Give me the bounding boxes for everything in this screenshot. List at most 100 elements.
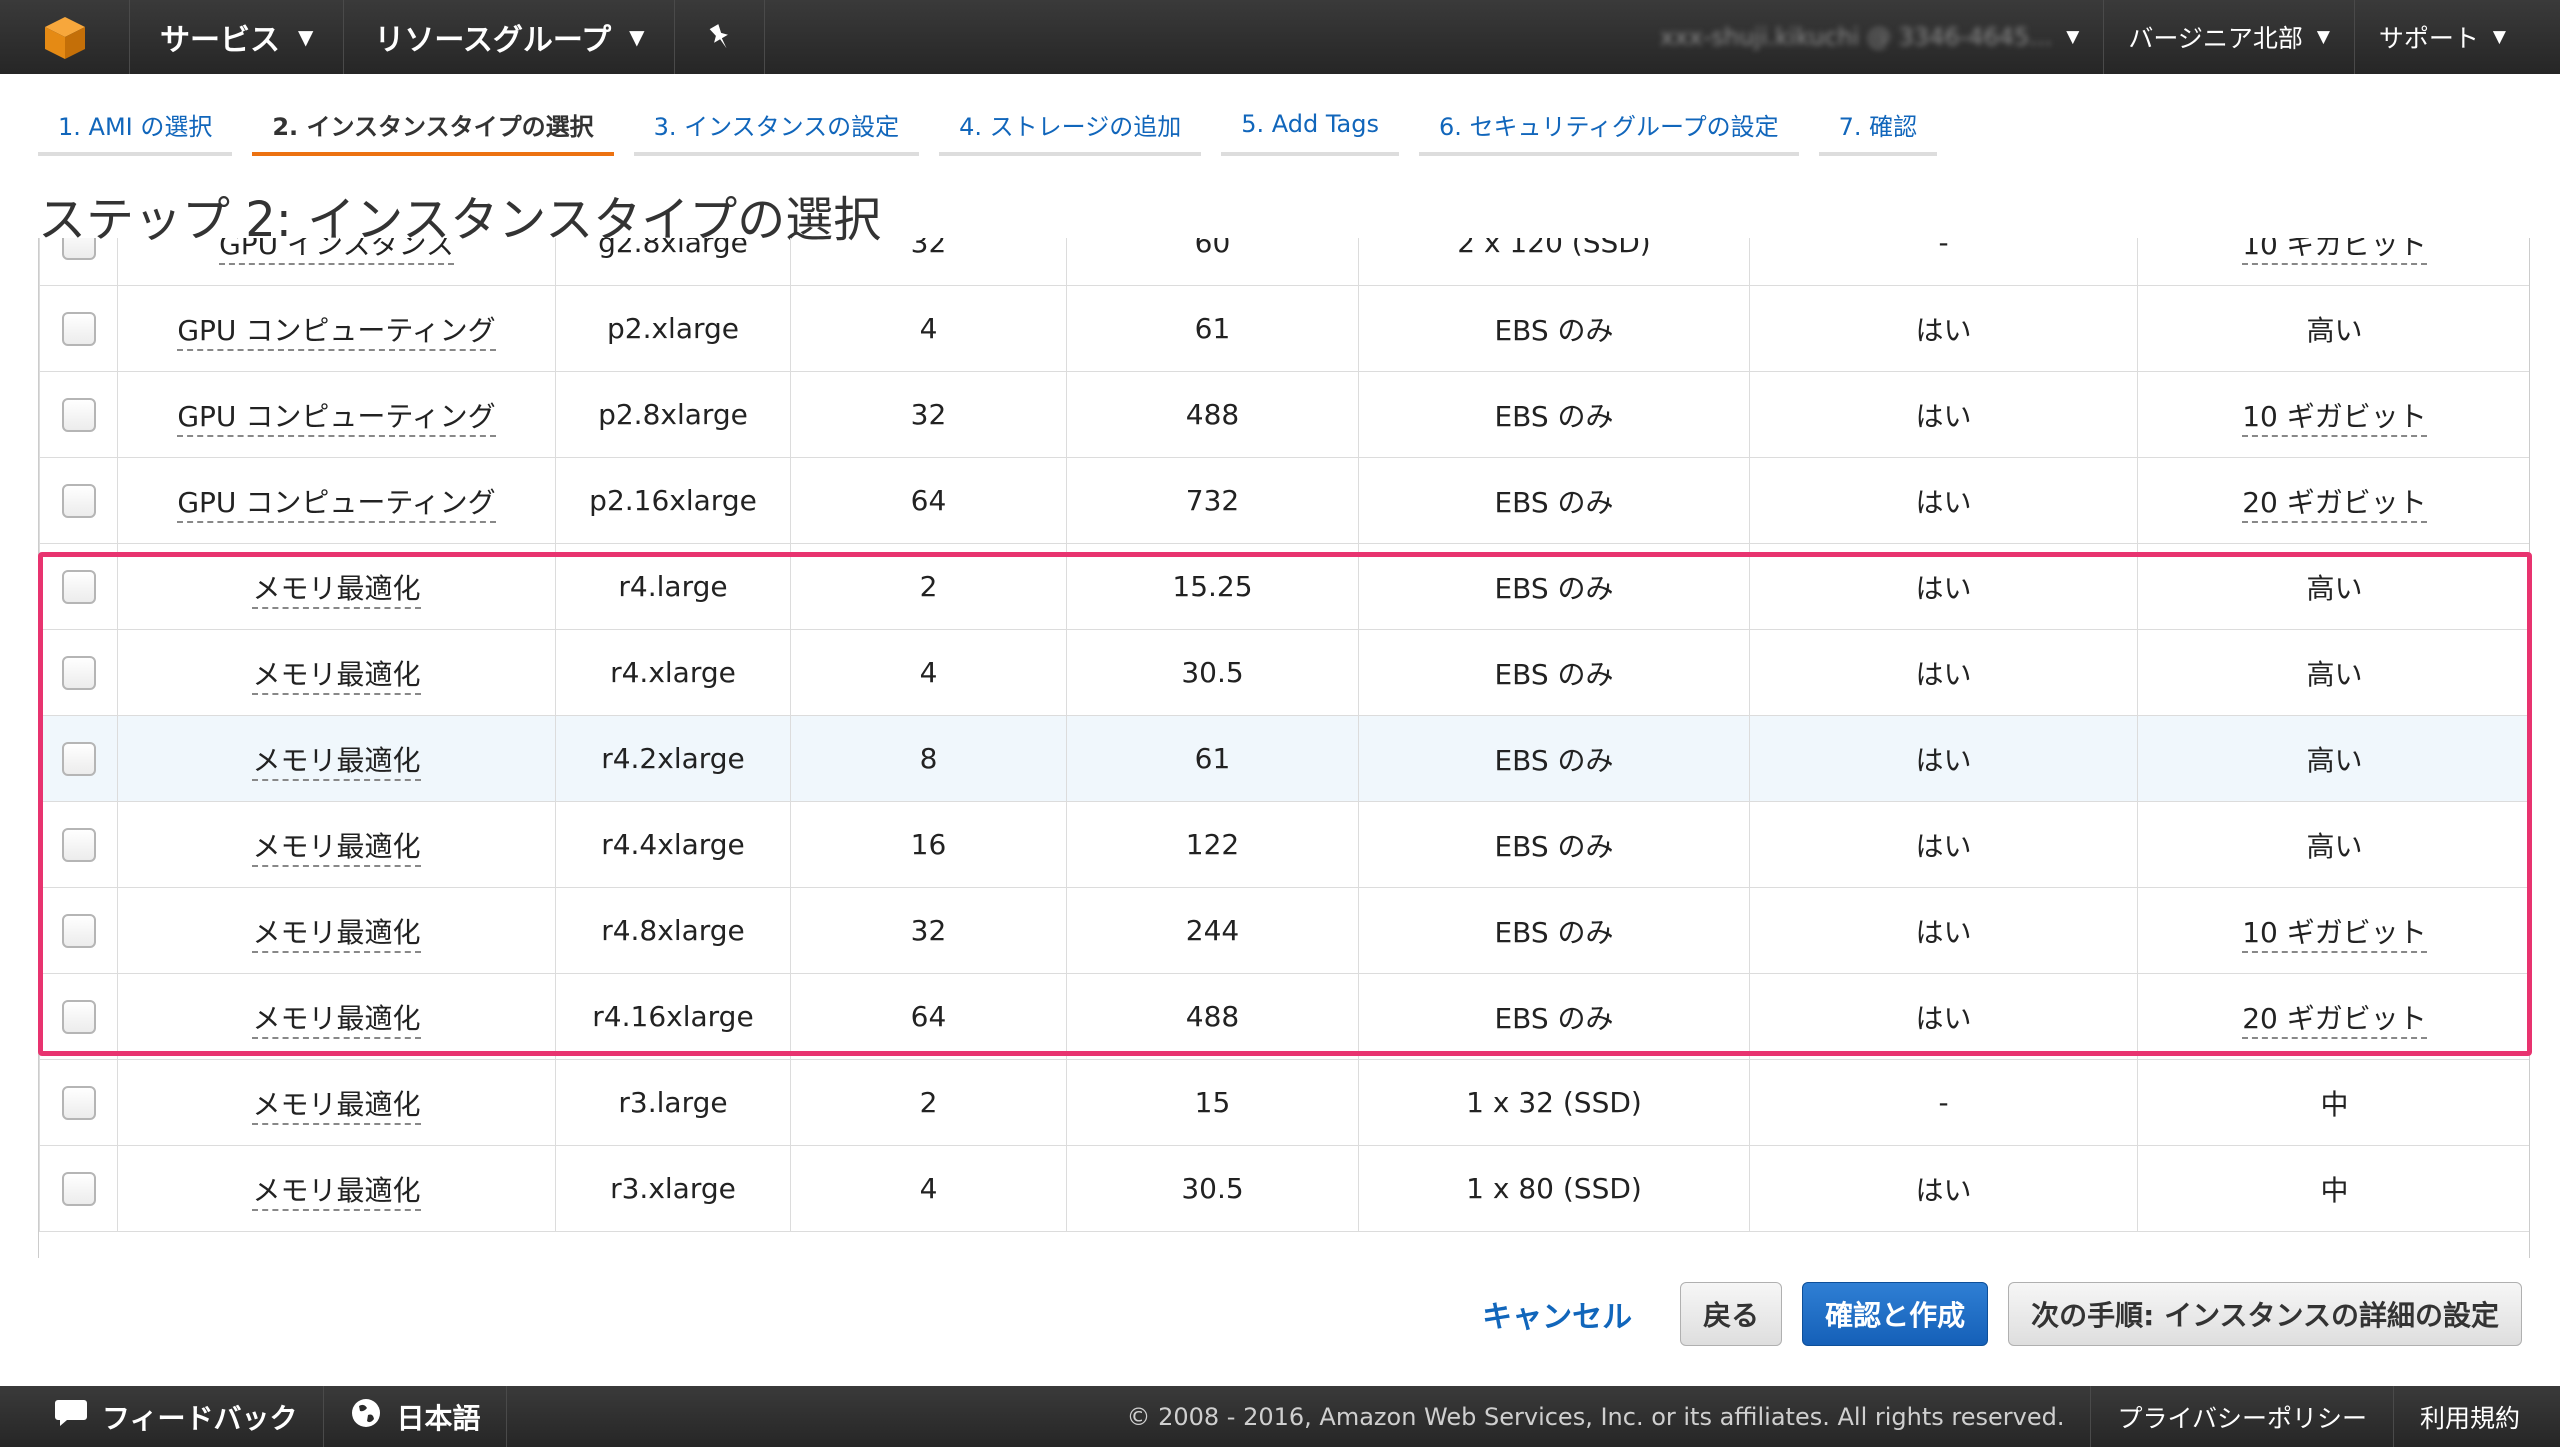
cell-type: p2.8xlarge (555, 371, 791, 458)
cell-vcpu-text: 4 (919, 1172, 938, 1205)
row-checkbox[interactable] (61, 1000, 96, 1034)
cell-family-text[interactable]: メモリ最適化 (252, 829, 421, 867)
language-selector[interactable]: 日本語 (324, 1386, 508, 1447)
resource-groups-menu[interactable]: リソースグループ ▼ (344, 0, 676, 74)
cell-type-text: r4.16xlarge (592, 1000, 754, 1033)
cell-family-text[interactable]: メモリ最適化 (252, 915, 421, 953)
account-menu[interactable]: xxx-shuji.kikuchi @ 3346-4645... ▼ (1636, 0, 2103, 74)
tab-configure-instance[interactable]: 3. インスタンスの設定 (633, 96, 920, 156)
tab-add-storage[interactable]: 4. ストレージの追加 (939, 96, 1202, 156)
row-select-cell (39, 1059, 118, 1146)
cell-family: GPU コンピューティング (117, 457, 556, 544)
instance-row[interactable]: メモリ最適化 r4.xlarge 4 30.5 EBS のみ はい 高い (39, 629, 2529, 716)
row-checkbox[interactable] (61, 570, 96, 604)
cell-network-text[interactable]: 20 ギガビット (2242, 1001, 2427, 1039)
support-menu[interactable]: サポート ▼ (2353, 0, 2530, 74)
privacy-policy-link[interactable]: プライバシーポリシー (2090, 1386, 2393, 1447)
cell-family-text[interactable]: メモリ最適化 (252, 1087, 421, 1125)
cell-type-text: r4.8xlarge (601, 914, 745, 947)
cell-vcpu-text: 16 (910, 828, 947, 861)
speech-bubble-icon (54, 1398, 88, 1435)
cell-family: GPU コンピューティング (117, 371, 556, 458)
row-checkbox[interactable] (61, 312, 96, 346)
instance-row[interactable]: メモリ最適化 r3.large 2 15 1 x 32 (SSD) - 中 (39, 1059, 2529, 1146)
instance-row[interactable]: メモリ最適化 r4.16xlarge 64 488 EBS のみ はい 20 ギガビット (39, 973, 2529, 1060)
cell-network-text[interactable]: 10 ギガビット (2242, 238, 2427, 265)
cell-family: メモリ最適化 (117, 1059, 556, 1146)
instance-row[interactable]: GPU コンピューティング p2.xlarge 4 61 EBS のみ はい 高い (39, 285, 2529, 372)
cell-ebs-text: - (1938, 238, 1949, 259)
cell-family-text[interactable]: GPU コンピューティング (177, 313, 496, 351)
cell-ebs-text: - (1938, 1086, 1949, 1119)
cell-family-text[interactable]: メモリ最適化 (252, 743, 421, 781)
tab-configure-security-group[interactable]: 6. セキュリティグループの設定 (1418, 96, 1799, 156)
services-menu[interactable]: サービス ▼ (130, 0, 345, 74)
cell-family-text[interactable]: メモリ最適化 (252, 571, 421, 609)
cell-storage-text: 1 x 80 (SSD) (1466, 1172, 1642, 1205)
instance-row[interactable]: GPU コンピューティング p2.8xlarge 32 488 EBS のみ はい 10 ギ… (39, 371, 2529, 458)
support-label: サポート (2378, 24, 2479, 53)
row-checkbox[interactable] (61, 398, 96, 432)
cell-family-text[interactable]: メモリ最適化 (252, 1001, 421, 1039)
top-navigation-bar: サービス ▼ リソースグループ ▼ xxx-shuji.kikuchi @ 33… (0, 0, 2560, 74)
instance-row[interactable]: メモリ最適化 r4.2xlarge 8 61 EBS のみ はい 高い (39, 715, 2529, 802)
cell-network-text[interactable]: 10 ギガビット (2242, 399, 2427, 437)
pin-icon[interactable] (675, 0, 766, 74)
terms-of-use-link[interactable]: 利用規約 (2392, 1386, 2560, 1447)
instance-row[interactable]: GPU コンピューティング p2.16xlarge 64 732 EBS のみ はい 20 … (39, 457, 2529, 544)
row-checkbox[interactable] (61, 656, 96, 690)
tab-review[interactable]: 7. 確認 (1818, 96, 1938, 156)
chevron-down-icon: ▼ (298, 25, 314, 49)
cell-type: r4.4xlarge (555, 801, 791, 888)
cell-ebs-text: はい (1915, 743, 1972, 777)
cell-ebs: はい (1749, 457, 2138, 544)
chevron-down-icon: ▼ (2316, 27, 2330, 47)
cancel-button[interactable]: キャンセル (1482, 1292, 1632, 1336)
cell-network-text: 高い (2306, 829, 2363, 863)
cell-memory-text: 15 (1194, 1086, 1231, 1119)
review-and-launch-button[interactable]: 確認と作成 (1802, 1282, 1989, 1346)
language-label: 日本語 (396, 1401, 481, 1435)
cell-ebs-text: はい (1915, 915, 1972, 949)
next-configure-details-button[interactable]: 次の手順: インスタンスの詳細の設定 (2008, 1282, 2522, 1346)
instance-row[interactable]: メモリ最適化 r4.8xlarge 32 244 EBS のみ はい 10 ギガビット (39, 887, 2529, 974)
row-checkbox[interactable] (61, 484, 96, 518)
region-menu[interactable]: バージニア北部 ▼ (2103, 0, 2354, 74)
cell-storage-text: EBS のみ (1494, 485, 1614, 519)
instance-type-table-container[interactable]: GPU インスタンス g2.8xlarge 32 60 2 x 120 (SSD) - 10… (38, 238, 2530, 1258)
cell-network-text: 高い (2306, 571, 2363, 605)
row-checkbox[interactable] (61, 238, 96, 260)
cell-memory: 244 (1066, 887, 1359, 974)
cell-family-text[interactable]: GPU インスタンス (219, 238, 454, 265)
row-checkbox[interactable] (61, 914, 96, 948)
tab-choose-instance-type[interactable]: 2. インスタンスタイプの選択 (252, 96, 614, 156)
feedback-button[interactable]: フィードバック (0, 1386, 325, 1447)
cell-network-text[interactable]: 10 ギガビット (2242, 915, 2427, 953)
cell-family-text[interactable]: メモリ最適化 (252, 657, 421, 695)
row-select-cell (39, 801, 118, 888)
cell-family-text[interactable]: GPU コンピューティング (177, 399, 496, 437)
instance-row[interactable]: メモリ最適化 r4.large 2 15.25 EBS のみ はい 高い (39, 543, 2529, 630)
row-checkbox[interactable] (61, 828, 96, 862)
row-select-cell (39, 887, 118, 974)
instance-row[interactable]: GPU インスタンス g2.8xlarge 32 60 2 x 120 (SSD) - 10… (39, 238, 2529, 286)
cell-vcpu-text: 64 (910, 1000, 947, 1033)
back-button[interactable]: 戻る (1680, 1282, 1783, 1346)
cell-memory-text: 61 (1194, 312, 1231, 345)
row-checkbox[interactable] (61, 1086, 96, 1120)
cell-vcpu: 32 (790, 371, 1067, 458)
cell-memory: 61 (1066, 285, 1359, 372)
tab-choose-ami[interactable]: 1. AMI の選択 (38, 96, 233, 156)
aws-logo-icon[interactable] (0, 0, 130, 74)
tab-add-tags[interactable]: 5. Add Tags (1221, 96, 1399, 156)
cell-network-text[interactable]: 20 ギガビット (2242, 485, 2427, 523)
cell-family-text[interactable]: メモリ最適化 (252, 1173, 421, 1211)
cell-family-text[interactable]: GPU コンピューティング (177, 485, 496, 523)
row-checkbox[interactable] (61, 742, 96, 776)
row-checkbox[interactable] (61, 1172, 96, 1206)
instance-row[interactable]: メモリ最適化 r3.xlarge 4 30.5 1 x 80 (SSD) はい 中 (39, 1145, 2529, 1232)
cell-ebs: はい (1749, 371, 2138, 458)
instance-row[interactable]: メモリ最適化 r4.4xlarge 16 122 EBS のみ はい 高い (39, 801, 2529, 888)
cell-storage: EBS のみ (1358, 887, 1750, 974)
cell-type: r4.8xlarge (555, 887, 791, 974)
